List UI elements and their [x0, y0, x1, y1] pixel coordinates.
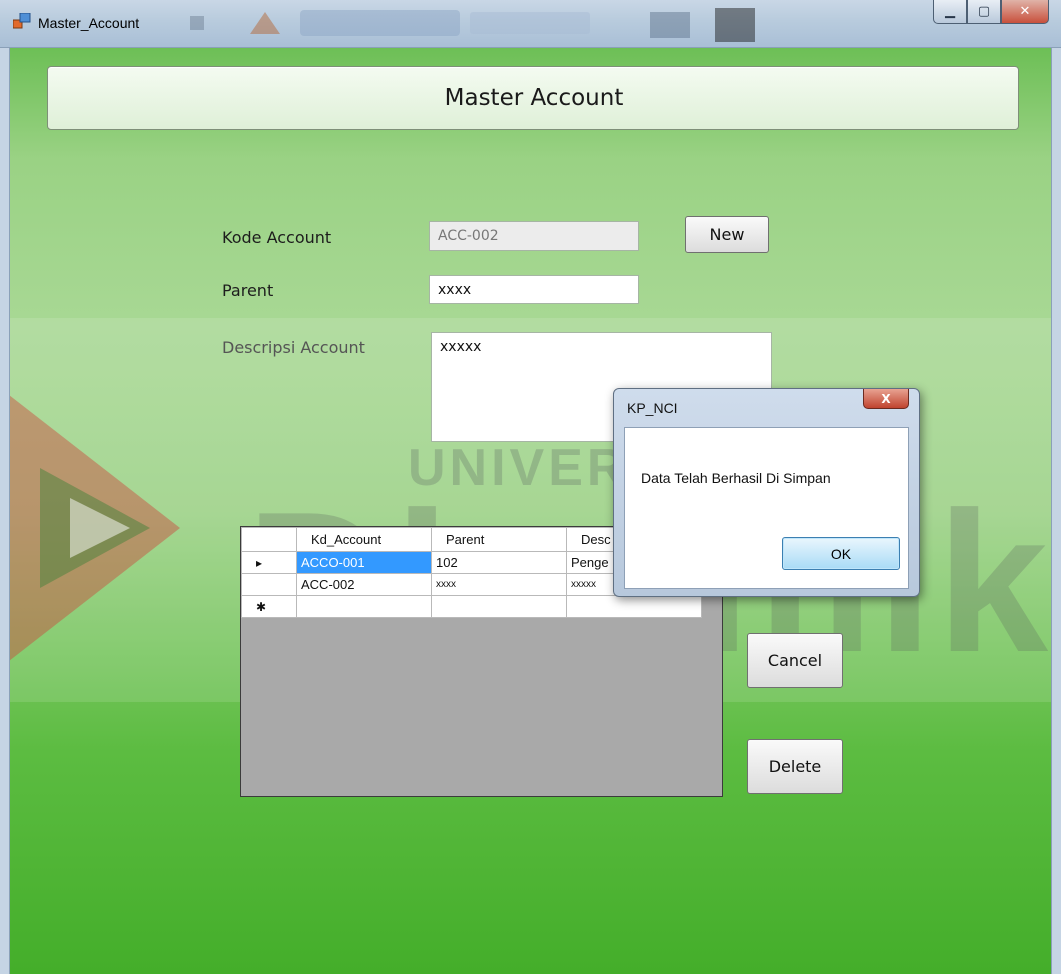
title-bar: Master_Account ▁ ▢ ✕ — [0, 0, 1061, 48]
page-title: Master Account — [444, 85, 624, 111]
new-button[interactable]: New — [685, 216, 769, 253]
window-title: Master_Account — [38, 15, 140, 31]
grid-cell[interactable]: 102 — [431, 551, 567, 574]
grid-header-kd-account[interactable]: Kd_Account — [296, 527, 432, 552]
ok-button[interactable]: OK — [782, 537, 900, 570]
grid-corner-header — [241, 527, 297, 552]
dialog-title: KP_NCI — [627, 400, 678, 416]
window-close-button[interactable]: ✕ — [1001, 0, 1049, 24]
cancel-button[interactable]: Cancel — [747, 633, 843, 688]
kode-account-field[interactable] — [429, 221, 639, 251]
grid-cell[interactable]: ACCO-001 — [296, 551, 432, 574]
dialog-message: Data Telah Berhasil Di Simpan — [641, 470, 831, 486]
background-taskbar-icons — [190, 8, 755, 42]
row-selector-icon[interactable] — [241, 573, 297, 596]
descripsi-account-label: Descripsi Account — [222, 338, 365, 357]
parent-label: Parent — [222, 281, 274, 300]
parent-field[interactable] — [429, 275, 639, 304]
table-row[interactable]: ✱ — [241, 595, 702, 618]
grid-cell[interactable] — [566, 595, 702, 618]
form-client-area: UNIVERSITAS Dinamika Master Account Kode… — [10, 48, 1051, 974]
window-border-right — [1051, 48, 1061, 974]
app-form-icon — [13, 13, 31, 29]
grid-cell[interactable]: xxxx — [431, 573, 567, 596]
grid-cell[interactable]: ACC-002 — [296, 573, 432, 596]
watermark-logo-icon — [10, 395, 180, 661]
grid-header-parent[interactable]: Parent — [431, 527, 567, 552]
new-row-icon[interactable]: ✱ — [241, 595, 297, 618]
dialog-body: Data Telah Berhasil Di Simpan OK — [624, 427, 909, 589]
kode-account-label: Kode Account — [222, 228, 332, 247]
grid-cell[interactable] — [431, 595, 567, 618]
minimize-button[interactable]: ▁ — [933, 0, 967, 24]
row-selector-icon[interactable]: ▸ — [241, 551, 297, 574]
delete-button[interactable]: Delete — [747, 739, 843, 794]
window-border-left — [0, 48, 10, 974]
grid-cell[interactable] — [296, 595, 432, 618]
maximize-button[interactable]: ▢ — [967, 0, 1001, 24]
header-panel: Master Account — [47, 66, 1019, 130]
message-dialog: KP_NCI X Data Telah Berhasil Di Simpan O… — [613, 388, 920, 597]
dialog-close-button[interactable]: X — [863, 389, 909, 409]
